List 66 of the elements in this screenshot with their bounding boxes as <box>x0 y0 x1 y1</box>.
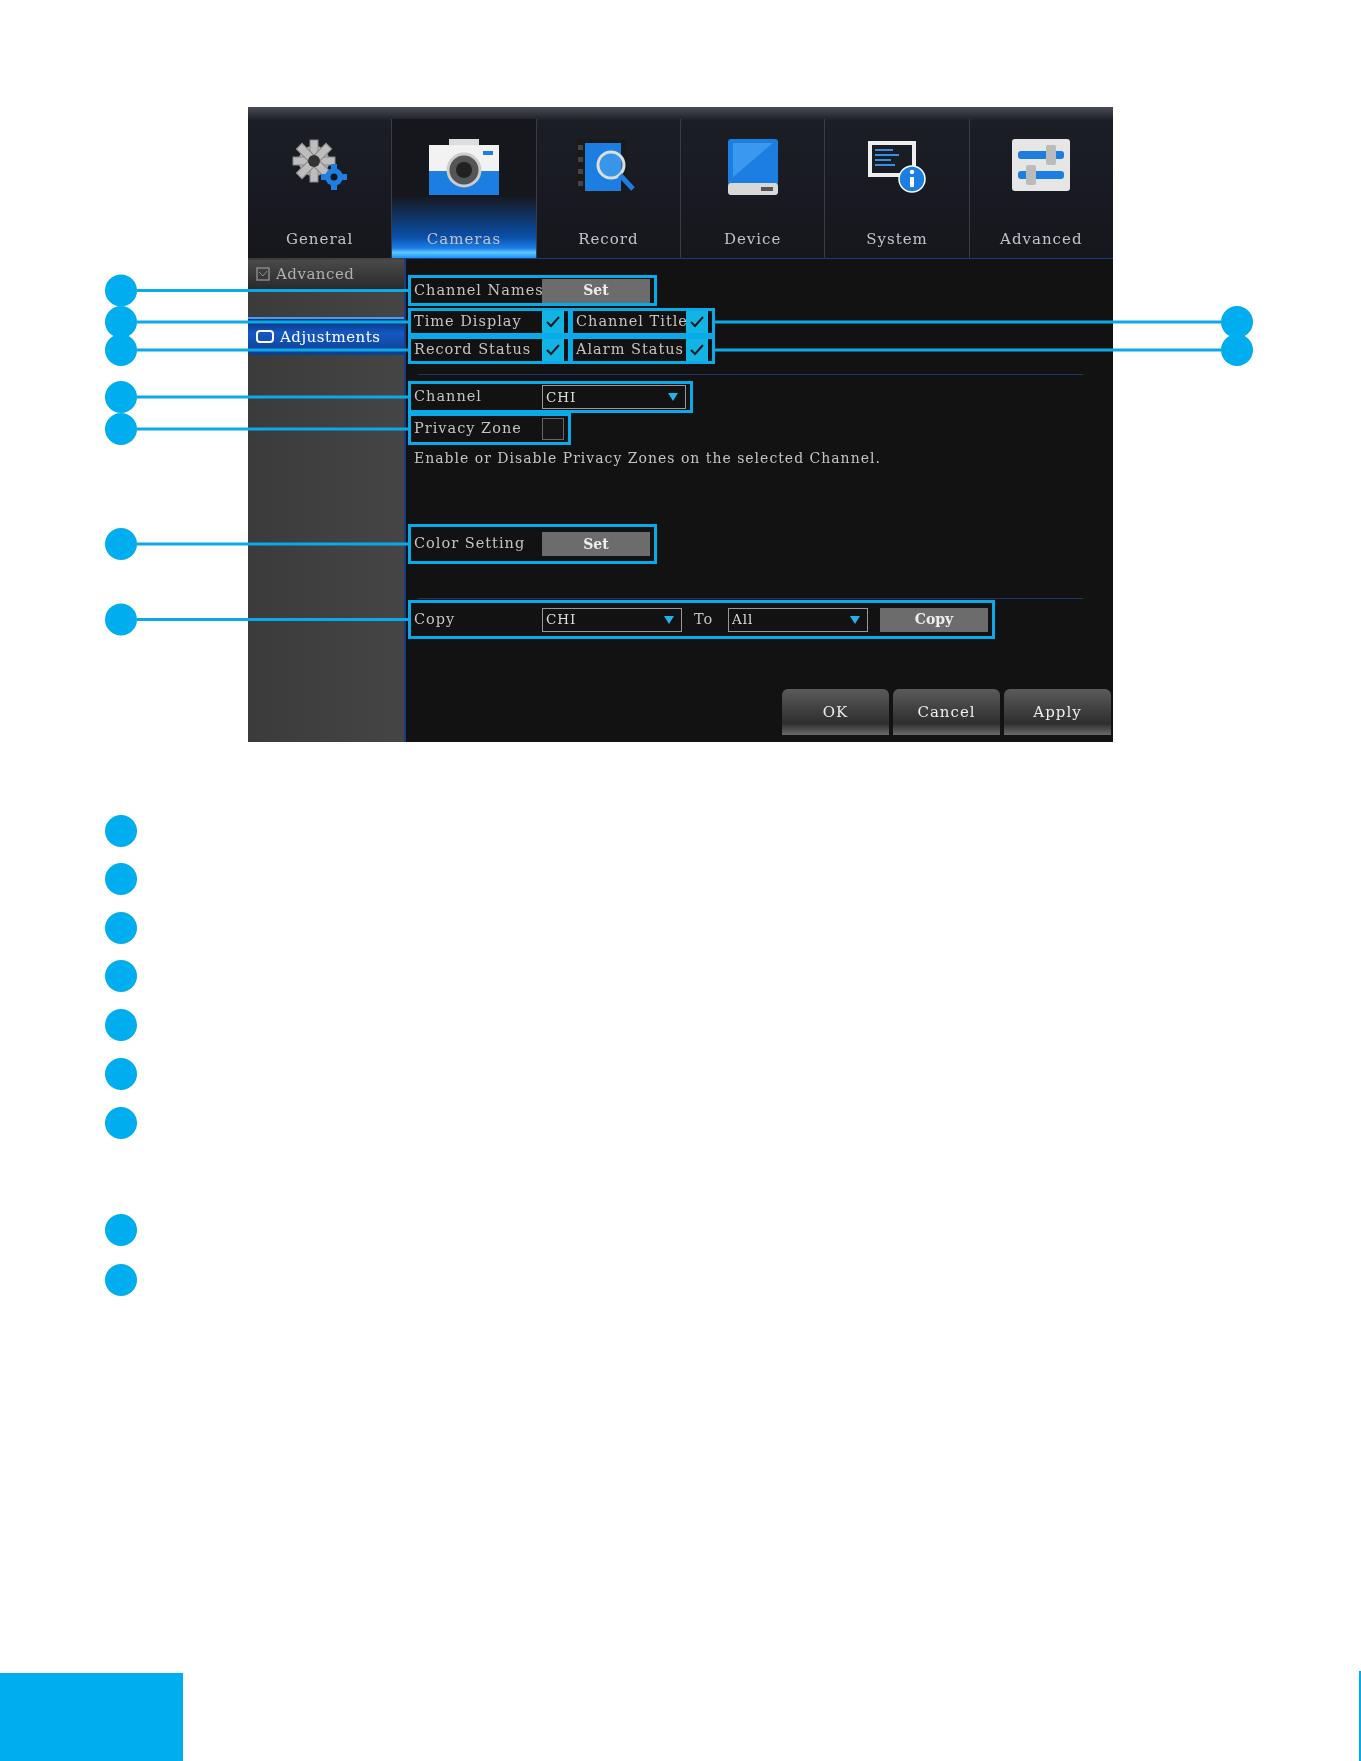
tab[interactable]: Advanced <box>968 119 1113 258</box>
copy-button[interactable]: Copy <box>880 607 988 632</box>
dropdown[interactable]: CHI <box>542 385 686 409</box>
sliders-icon <box>1010 137 1073 193</box>
dialog-button[interactable]: Apply <box>1004 689 1111 735</box>
callout-marker <box>105 863 137 895</box>
dropdown-value: All <box>732 610 754 630</box>
description-text: Enable or Disable Privacy Zones on the selected Channel. <box>414 449 882 468</box>
caret-icon <box>849 614 861 625</box>
setting-label: Time Display <box>414 312 523 332</box>
callout-marker <box>1221 306 1253 338</box>
setting-label: Copy <box>414 609 457 629</box>
setting-label: Channel Title <box>576 312 686 332</box>
dialog-button[interactable]: OK <box>782 689 889 735</box>
dropdown-value: CHI <box>546 610 577 630</box>
set-button[interactable]: Set <box>542 532 650 556</box>
callout-marker <box>1221 334 1253 366</box>
camera-icon <box>427 137 501 197</box>
tab[interactable]: Record <box>535 119 680 258</box>
callout-marker <box>105 334 137 366</box>
callout-marker <box>105 815 137 847</box>
to-label: To <box>693 609 715 629</box>
tab[interactable]: System <box>824 119 969 258</box>
callout-marker <box>105 603 137 636</box>
setting-label: Channel Names <box>414 280 542 300</box>
check-icon <box>689 315 705 329</box>
set-button[interactable]: Set <box>542 278 650 303</box>
dropdown[interactable]: All <box>728 607 868 632</box>
setting-label: Color Setting <box>414 534 527 554</box>
screen-icon <box>256 330 274 344</box>
callout-marker <box>105 912 137 944</box>
check-icon <box>689 343 705 357</box>
callout-marker <box>105 528 137 560</box>
tab[interactable]: Device <box>680 119 825 258</box>
checkbox[interactable] <box>542 418 564 440</box>
dropdown[interactable]: CHI <box>542 607 682 632</box>
dropdown-value: CHI <box>546 387 577 407</box>
checkbox[interactable] <box>542 339 564 361</box>
tab[interactable]: General <box>248 119 392 258</box>
caret-icon <box>667 392 679 402</box>
callout-marker <box>105 1009 137 1041</box>
callout-marker <box>105 960 137 992</box>
setting-label: Privacy Zone <box>414 419 523 439</box>
checkbox[interactable] <box>686 339 708 361</box>
caret-icon <box>663 614 675 625</box>
callout-marker <box>105 381 137 413</box>
callout-marker <box>105 306 137 338</box>
callout-marker <box>105 413 137 445</box>
callout-marker <box>105 1107 137 1139</box>
checkbox-icon <box>256 267 270 282</box>
checkbox[interactable] <box>542 311 564 333</box>
tab[interactable]: Cameras <box>391 119 536 258</box>
sidebar-item[interactable]: Adjustments <box>248 316 404 355</box>
callout-marker <box>105 274 137 307</box>
check-icon <box>545 315 561 329</box>
setting-label: Record Status <box>414 340 533 360</box>
setting-label: Alarm Status <box>576 340 686 360</box>
check-icon <box>545 343 561 357</box>
dialog-button[interactable]: Cancel <box>893 689 1000 735</box>
callout-marker <box>105 1264 137 1296</box>
callout-marker <box>105 1214 137 1246</box>
sidebar-item[interactable]: Advanced <box>248 260 404 289</box>
callout-marker <box>105 1058 137 1090</box>
setting-label: Channel <box>414 387 483 407</box>
checkbox[interactable] <box>686 311 708 333</box>
gear-icon <box>289 137 350 193</box>
